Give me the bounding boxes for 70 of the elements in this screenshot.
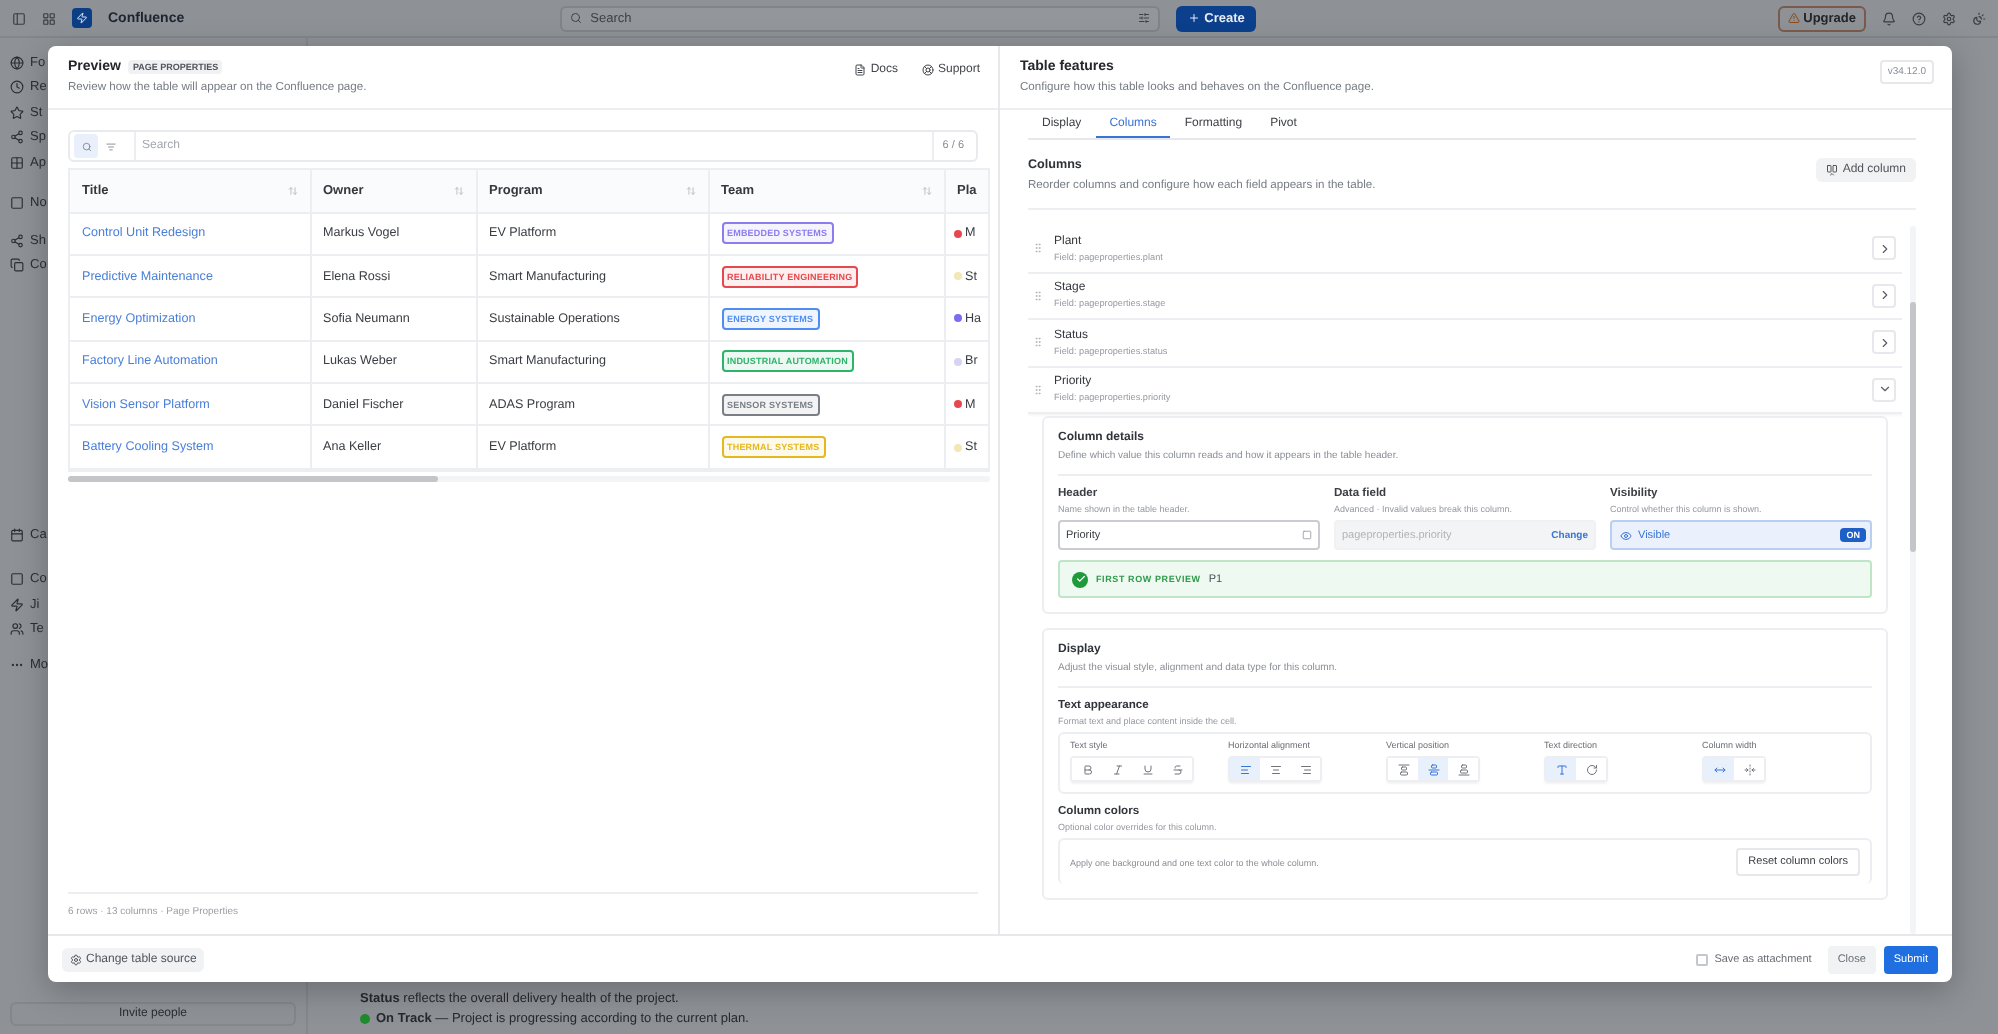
horizontal-text-icon — [1555, 763, 1567, 775]
sidebar-item-icon — [10, 105, 24, 120]
horizontal-text-button[interactable] — [1546, 758, 1576, 780]
search-icon — [570, 12, 583, 24]
settings-icon[interactable] — [1942, 11, 1956, 25]
align-bottom-button[interactable] — [1448, 758, 1478, 780]
align-right-icon — [1299, 763, 1311, 775]
align-left-icon — [1239, 763, 1251, 775]
scrollbar-thumb[interactable] — [68, 475, 438, 482]
expand-button[interactable] — [1872, 330, 1896, 355]
sidebar-item-icon — [10, 527, 24, 542]
fixed-width-button[interactable] — [1734, 758, 1764, 780]
eye-icon — [1620, 529, 1632, 541]
rotated-text-button[interactable] — [1576, 758, 1606, 780]
add-column-icon — [1826, 164, 1839, 176]
strike-button[interactable] — [1162, 758, 1192, 780]
help-icon[interactable] — [1912, 11, 1926, 25]
sidebar-item-icon — [10, 233, 24, 248]
align-top-icon — [1397, 763, 1409, 775]
sidebar-item-icon — [10, 258, 24, 273]
align-center-button[interactable] — [1260, 758, 1290, 780]
sort-icon[interactable] — [685, 185, 695, 196]
search-icon[interactable] — [74, 134, 98, 158]
sort-icon[interactable] — [287, 185, 297, 196]
align-bottom-icon — [1457, 763, 1469, 775]
check-icon — [1075, 574, 1085, 584]
chevron-down-icon — [1877, 382, 1891, 397]
apps-grid-icon[interactable] — [42, 11, 56, 25]
checkbox[interactable] — [1696, 953, 1709, 965]
sidebar-item-icon — [10, 80, 24, 95]
align-top-button[interactable] — [1388, 758, 1418, 780]
italic-icon — [1111, 763, 1123, 775]
sidebar-item-icon — [10, 597, 24, 612]
chevron-right-icon — [1877, 241, 1891, 256]
chevron-right-icon — [1877, 335, 1891, 350]
settings-icon — [70, 953, 82, 965]
expand-button[interactable] — [1872, 377, 1896, 402]
plus-icon — [1188, 12, 1201, 24]
sidebar-item-icon — [10, 196, 24, 211]
align-center-icon — [1269, 763, 1281, 775]
chevron-right-icon — [1877, 288, 1891, 303]
lifebuoy-icon — [921, 64, 934, 76]
sidebar-toggle-icon[interactable] — [12, 11, 26, 25]
sidebar-item-icon — [10, 55, 24, 70]
sidebar-item-icon — [10, 622, 24, 637]
align-middle-button[interactable] — [1418, 758, 1448, 780]
scrollbar-thumb[interactable] — [1910, 302, 1916, 552]
sort-icon[interactable] — [453, 185, 463, 196]
sidebar-item-icon — [10, 155, 24, 170]
bold-button[interactable] — [1072, 758, 1102, 780]
align-middle-icon — [1427, 763, 1439, 775]
strike-icon — [1171, 763, 1183, 775]
filter-icon[interactable] — [1138, 12, 1151, 24]
theme-icon[interactable] — [1972, 11, 1986, 25]
sidebar-item-icon — [10, 572, 24, 587]
expand-button[interactable] — [1872, 236, 1896, 261]
sort-icon[interactable] — [921, 185, 931, 196]
underline-icon — [1141, 763, 1153, 775]
align-left-button[interactable] — [1230, 758, 1260, 780]
expand-button[interactable] — [1872, 283, 1896, 308]
align-right-button[interactable] — [1290, 758, 1320, 780]
rotated-text-icon — [1585, 763, 1597, 775]
fit-width-button[interactable] — [1704, 758, 1734, 780]
document-icon — [854, 64, 867, 76]
bold-icon — [1081, 763, 1093, 775]
square-icon — [1302, 530, 1312, 540]
warning-icon — [1787, 12, 1800, 24]
fit-width-icon — [1713, 763, 1725, 775]
notifications-icon[interactable] — [1882, 11, 1896, 25]
sidebar-item-icon — [10, 130, 24, 145]
